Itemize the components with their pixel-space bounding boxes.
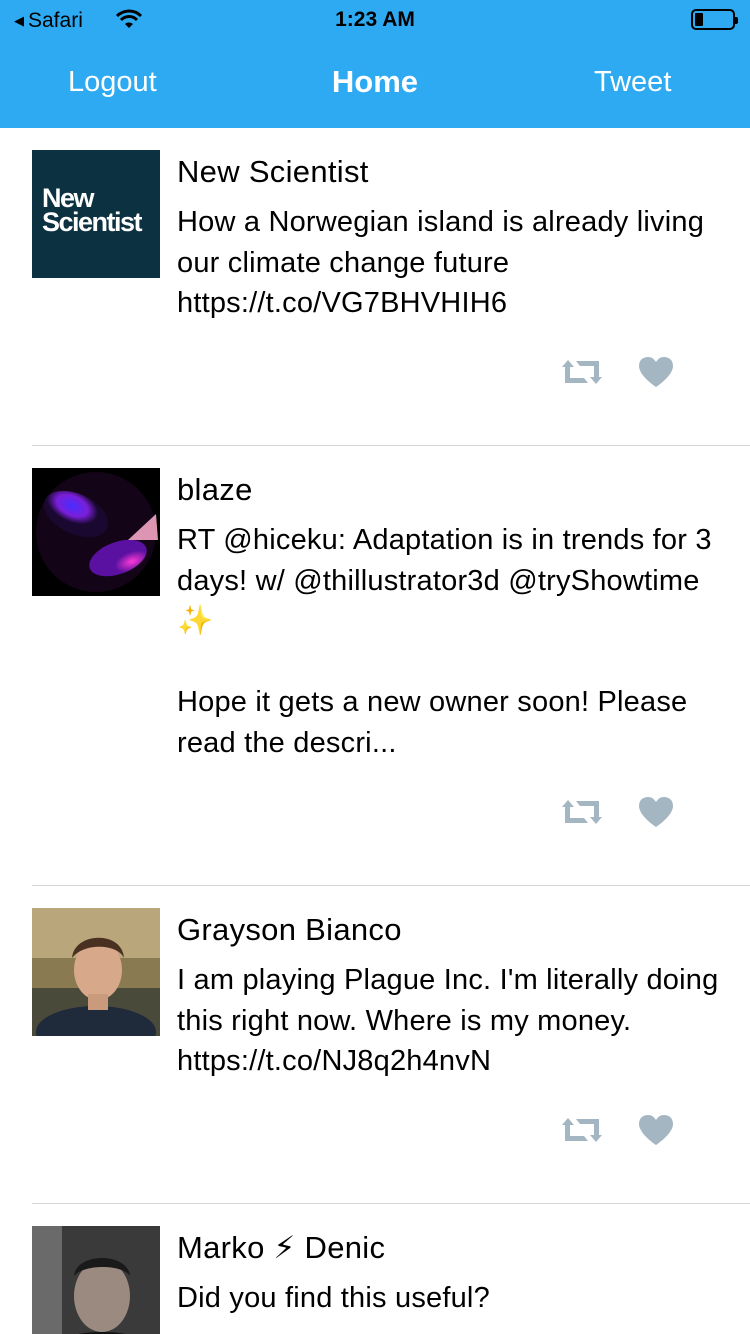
avatar-image bbox=[32, 908, 160, 1036]
tweet-feed[interactable]: New Scientist New Scientist How a Norweg… bbox=[0, 128, 750, 1334]
tweet-text: How a Norwegian island is already living… bbox=[177, 206, 713, 319]
logout-button[interactable]: Logout bbox=[68, 66, 157, 99]
tweet-text: RT @hiceku: Adaptation is in trends for … bbox=[177, 524, 712, 759]
tweet-actions bbox=[560, 796, 674, 828]
tweet-actions bbox=[560, 1114, 674, 1146]
tweet-text: Did you find this useful? bbox=[177, 1282, 490, 1314]
tweet-text: I am playing Plague Inc. I'm literally d… bbox=[177, 964, 727, 1077]
tweet-actions bbox=[560, 356, 674, 388]
tweet-author-name: Grayson Bianco bbox=[177, 912, 402, 947]
heart-icon[interactable] bbox=[638, 1114, 674, 1146]
retweet-icon[interactable] bbox=[560, 356, 604, 388]
separator bbox=[32, 445, 750, 446]
separator bbox=[32, 1203, 750, 1204]
avatar[interactable] bbox=[32, 908, 160, 1036]
heart-icon[interactable] bbox=[638, 796, 674, 828]
heart-icon[interactable] bbox=[638, 356, 674, 388]
page-title: Home bbox=[331, 64, 419, 99]
retweet-icon[interactable] bbox=[560, 1114, 604, 1146]
tweet-author-name: Marko ⚡ Denic bbox=[177, 1230, 386, 1265]
avatar-image bbox=[32, 1226, 160, 1334]
retweet-icon[interactable] bbox=[560, 796, 604, 828]
avatar-logo-text: New Scientist bbox=[42, 183, 143, 237]
avatar-image bbox=[32, 468, 160, 596]
tweet-button[interactable]: Tweet bbox=[594, 66, 671, 99]
status-bar: ◀ Safari 1:23 AM bbox=[0, 0, 750, 40]
tweet-author-name: New Scientist bbox=[177, 154, 369, 189]
battery-icon bbox=[691, 9, 738, 30]
avatar[interactable] bbox=[32, 468, 160, 596]
header-bar: ◀ Safari 1:23 AM Logout Home Tweet bbox=[0, 0, 750, 128]
avatar[interactable] bbox=[32, 1226, 160, 1334]
separator bbox=[32, 885, 750, 886]
tweet-author-name: blaze bbox=[177, 472, 253, 507]
avatar[interactable]: New Scientist bbox=[32, 150, 160, 278]
status-time: 1:23 AM bbox=[335, 8, 415, 31]
